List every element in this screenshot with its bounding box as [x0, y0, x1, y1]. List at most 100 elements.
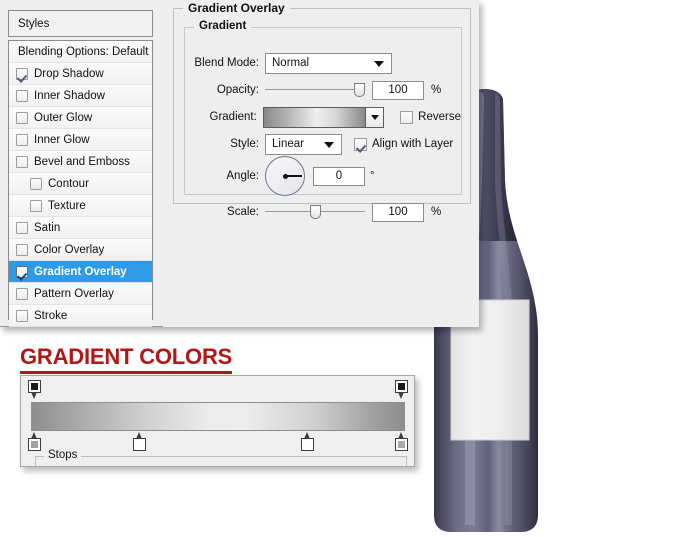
gradient-subgroup-title: Gradient: [194, 20, 252, 32]
style-row-satin[interactable]: Satin: [9, 217, 152, 239]
style-row-label: Inner Shadow: [34, 89, 105, 102]
style-checkbox[interactable]: [16, 309, 28, 322]
gradient-overlay-group-title: Gradient Overlay: [183, 1, 290, 15]
angle-dial[interactable]: [265, 156, 305, 196]
blend-mode-row: Blend Mode: Normal: [185, 52, 461, 74]
style-checkbox[interactable]: [30, 177, 42, 190]
gradient-preset-dropdown[interactable]: [366, 107, 384, 127]
align-with-layer-checkbox[interactable]: Align with Layer: [354, 137, 454, 151]
color-stop-marker[interactable]: [132, 432, 146, 452]
style-row-label: Texture: [48, 199, 86, 212]
scale-unit: %: [431, 206, 442, 218]
style-checkbox[interactable]: [30, 199, 42, 212]
style-row-drop-shadow[interactable]: Drop Shadow: [9, 63, 152, 85]
opacity-slider-track: [265, 89, 365, 90]
color-stop-swatch[interactable]: [394, 438, 408, 451]
reverse-checkbox[interactable]: Reverse: [400, 110, 461, 124]
style-row-label: Contour: [48, 177, 89, 190]
style-row-contour[interactable]: Contour: [9, 173, 152, 195]
style-checkbox[interactable]: [16, 265, 28, 278]
style-row: Style: Linear Align with Layer: [185, 133, 461, 155]
style-row-outer-glow[interactable]: Outer Glow: [9, 107, 152, 129]
styles-header: Styles: [8, 10, 153, 37]
color-stop-swatch[interactable]: [301, 438, 315, 451]
style-row-label: Drop Shadow: [34, 67, 104, 80]
opacity-unit: %: [431, 84, 442, 96]
style-checkbox[interactable]: [16, 133, 28, 146]
stops-group: Stops: [35, 449, 407, 466]
gradient-overlay-pane: Gradient Overlay Gradient Blend Mode: No…: [163, 0, 479, 327]
chevron-down-icon: [371, 115, 380, 120]
style-checkbox[interactable]: [16, 111, 28, 124]
chevron-down-icon: [324, 142, 334, 148]
angle-unit: °: [370, 170, 375, 182]
style-row-pattern-overlay[interactable]: Pattern Overlay: [9, 283, 152, 305]
style-row-label: Color Overlay: [34, 243, 105, 256]
style-row-label: Outer Glow: [34, 111, 93, 124]
style-checkbox[interactable]: [16, 155, 28, 168]
style-select[interactable]: Linear: [265, 133, 342, 155]
style-label: Style:: [230, 138, 259, 150]
styles-list[interactable]: Blending Options: Default Drop Shadow Inn…: [8, 40, 153, 327]
scale-row: Scale: 100 %: [185, 201, 461, 223]
color-stop-swatch[interactable]: [28, 438, 42, 451]
scale-slider-thumb[interactable]: [309, 205, 321, 219]
gradient-preset-picker[interactable]: [262, 106, 385, 128]
style-row-label: Stroke: [34, 309, 68, 322]
gradient-label: Gradient:: [209, 111, 257, 123]
style-row-inner-shadow[interactable]: Inner Shadow: [9, 85, 152, 107]
blend-mode-value: Normal: [272, 57, 310, 69]
style-row-color-overlay[interactable]: Color Overlay: [9, 239, 152, 261]
blending-options-row[interactable]: Blending Options: Default: [9, 41, 152, 63]
blend-mode-label: Blend Mode:: [194, 57, 259, 69]
color-stop-marker[interactable]: [394, 432, 408, 452]
style-row-inner-glow[interactable]: Inner Glow: [9, 129, 152, 151]
style-checkbox[interactable]: [16, 287, 28, 300]
gradient-preview-bar[interactable]: [31, 402, 405, 431]
style-row-texture[interactable]: Texture: [9, 195, 152, 217]
blend-mode-select[interactable]: Normal: [265, 52, 392, 74]
opacity-stop-pointer: [397, 392, 404, 399]
gradient-colors-heading: GRADIENT COLORS: [20, 344, 232, 374]
angle-input[interactable]: 0: [313, 166, 365, 186]
angle-dial-hub: [283, 174, 288, 179]
align-with-layer-label: Align with Layer: [372, 138, 454, 150]
style-checkbox[interactable]: [16, 221, 28, 234]
align-with-layer-checkbox-box[interactable]: [354, 137, 367, 151]
gradient-subgroup: Gradient Blend Mode: Normal Opacity: 100…: [184, 20, 462, 222]
style-row-stroke[interactable]: Stroke: [9, 305, 152, 327]
style-checkbox[interactable]: [16, 243, 28, 256]
reverse-checkbox-box[interactable]: [400, 110, 414, 124]
stops-group-label: Stops: [44, 449, 82, 461]
style-row-bevel-and-emboss[interactable]: Bevel and Emboss: [9, 151, 152, 173]
style-value: Linear: [272, 138, 304, 150]
scale-input[interactable]: 100: [372, 202, 424, 222]
opacity-label: Opacity:: [216, 84, 259, 96]
screenshot-root: Styles Blending Options: Default Drop Sh…: [0, 0, 699, 537]
gradient-overlay-group: Gradient Overlay Gradient Blend Mode: No…: [173, 1, 471, 222]
color-stop-marker[interactable]: [28, 432, 42, 452]
angle-value: 0: [335, 169, 343, 182]
style-checkbox[interactable]: [16, 67, 28, 80]
opacity-stop-pointer: [31, 392, 38, 399]
blending-options-label: Blending Options: Default: [18, 45, 149, 58]
scale-slider[interactable]: [265, 204, 365, 220]
opacity-input[interactable]: 100: [372, 80, 424, 100]
color-stop-marker[interactable]: [301, 432, 315, 452]
gradient-editor-panel: Stops: [20, 375, 415, 467]
style-row-gradient-overlay[interactable]: Gradient Overlay: [9, 261, 152, 283]
opacity-slider-thumb[interactable]: [354, 83, 365, 97]
style-checkbox[interactable]: [16, 89, 28, 102]
chevron-down-icon: [374, 61, 384, 67]
opacity-value: 100: [388, 83, 408, 96]
opacity-stop-marker[interactable]: [394, 380, 408, 399]
opacity-stop-marker[interactable]: [28, 380, 42, 399]
style-row-label: Gradient Overlay: [34, 265, 127, 278]
opacity-slider[interactable]: [265, 82, 365, 98]
color-stop-swatch[interactable]: [132, 438, 146, 451]
layer-style-dialog: Styles Blending Options: Default Drop Sh…: [0, 0, 479, 327]
opacity-row: Opacity: 100 %: [185, 79, 461, 101]
angle-label: Angle:: [226, 170, 259, 182]
reverse-label: Reverse: [418, 111, 461, 123]
gradient-swatch-preview[interactable]: [263, 107, 367, 127]
